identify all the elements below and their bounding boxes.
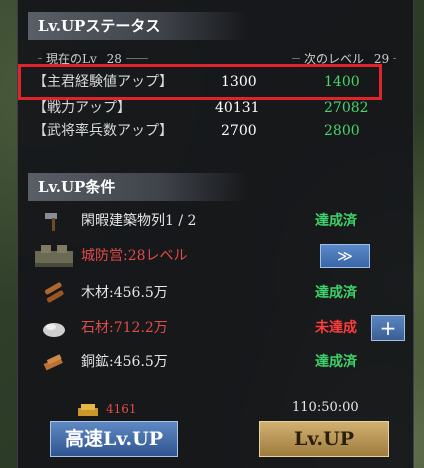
stat-row: 【武将率兵数アップ】 2700 2800 <box>33 121 393 141</box>
gold-icon <box>78 404 98 416</box>
stat-current: 1300 <box>221 74 257 90</box>
condition-label: 閑暇建築物列1 / 2 <box>81 213 197 229</box>
stone-icon <box>43 323 65 337</box>
condition-status: 達成済 <box>315 213 357 229</box>
copper-icon <box>43 354 63 371</box>
condition-row: 閑暇建築物列1 / 2 達成済 <box>33 206 403 236</box>
condition-row: 木材:456.5万 達成済 <box>33 278 403 308</box>
gold-cost: 4161 <box>106 402 137 416</box>
conditions-section-title: Lv.UP条件 <box>28 173 248 201</box>
stat-label: 【武将率兵数アップ】 <box>33 123 173 139</box>
upgrade-time: 110:50:00 <box>292 400 359 415</box>
condition-status: 未達成 <box>315 320 357 336</box>
go-to-building-button[interactable]: ≫ <box>320 244 370 268</box>
stat-row: 【主君経験値アップ】 1300 1400 <box>33 72 393 92</box>
wood-icon <box>44 282 64 303</box>
stat-label: 【戦力アップ】 <box>33 100 131 116</box>
stat-next: 27082 <box>324 100 369 116</box>
stat-label: 【主君経験値アップ】 <box>33 74 173 90</box>
add-stone-button[interactable]: + <box>371 315 405 341</box>
condition-label: 銅鉱:456.5万 <box>81 354 168 370</box>
condition-row: 石材:712.2万 未達成 <box>33 313 403 343</box>
condition-status: 達成済 <box>315 285 357 301</box>
condition-label: 木材:456.5万 <box>81 285 168 301</box>
stat-current: 40131 <box>215 100 260 116</box>
stat-row: 【戦力アップ】 40131 27082 <box>33 98 393 118</box>
levelup-button[interactable]: Lv.UP <box>259 421 389 457</box>
stat-next: 2800 <box>324 123 360 139</box>
condition-status: 達成済 <box>315 354 357 370</box>
condition-label: 城防営:28レベル <box>81 248 188 264</box>
stat-current: 2700 <box>221 123 257 139</box>
fast-levelup-button[interactable]: 高速Lv.UP <box>50 421 178 457</box>
stat-next: 1400 <box>324 74 360 90</box>
status-section-title: Lv.UPステータス <box>28 12 248 40</box>
condition-row: 銅鉱:456.5万 達成済 <box>33 347 403 377</box>
building-icon <box>35 245 73 267</box>
hammer-icon <box>45 213 57 231</box>
condition-label: 石材:712.2万 <box>81 320 168 336</box>
